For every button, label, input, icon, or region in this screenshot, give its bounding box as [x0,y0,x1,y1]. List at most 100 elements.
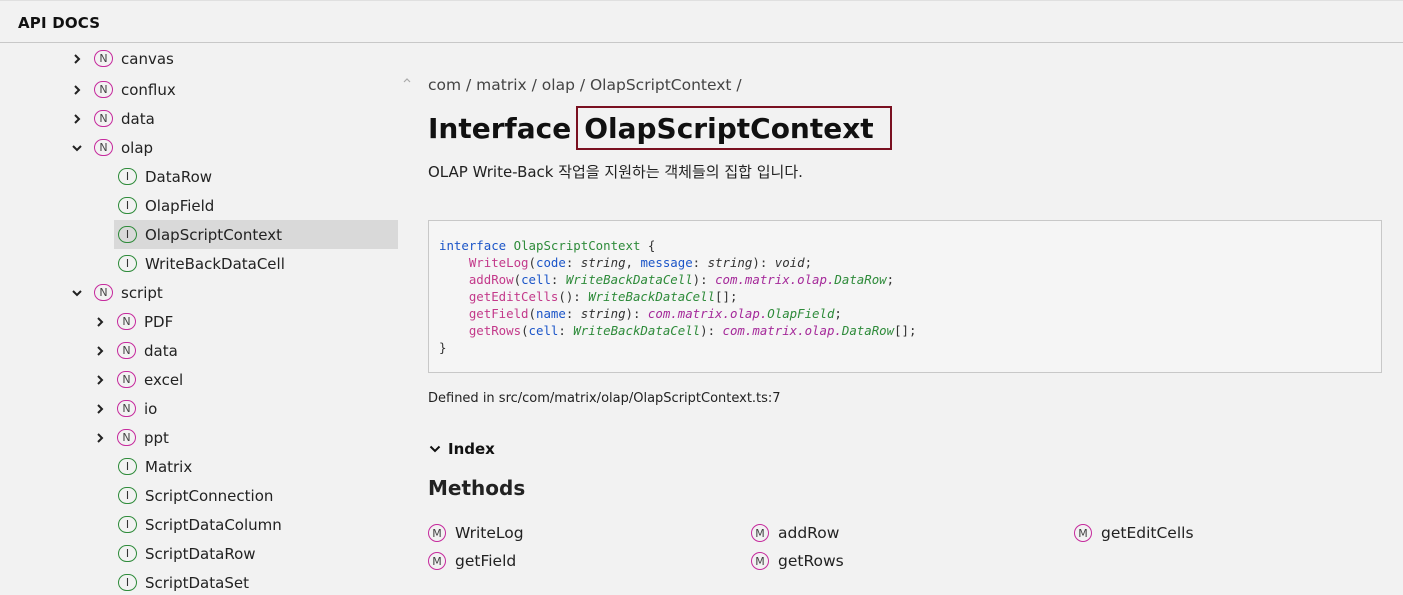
namespace-badge-icon: N [117,400,136,417]
sidebar-item-label: Matrix [145,457,193,476]
sidebar-item-label: WriteBackDataCell [145,254,285,273]
namespace-badge-icon: N [94,50,113,67]
code-type: string [707,255,753,270]
code-type-link[interactable]: DataRow [842,323,894,338]
code-type: string [580,255,626,270]
code-namespace: com.matrix.olap. [715,272,835,287]
sidebar-item-data[interactable]: Ndata [70,104,155,133]
sidebar-item-canvas[interactable]: Ncanvas [70,44,174,73]
sidebar-item-label: ppt [144,428,169,447]
sidebar-item-olapfield[interactable]: I OlapField [114,191,214,220]
interface-description: OLAP Write-Back 작업을 지원하는 객체들의 집합 입니다. [428,163,803,181]
namespace-badge-icon: N [94,110,113,127]
sidebar-item-data[interactable]: Ndata [93,336,178,365]
method-link-geteditcells[interactable]: MgetEditCells [1074,522,1194,544]
sidebar-item-olapscriptcontext[interactable]: I OlapScriptContext [114,220,398,249]
sidebar-item-label: io [144,399,158,418]
sidebar-item-io[interactable]: Nio [93,394,157,423]
sidebar-item-ppt[interactable]: Nppt [93,423,169,452]
code-type-link[interactable]: OlapField [767,306,834,321]
interface-badge-icon: I [118,574,137,591]
sidebar-item-scriptconnection[interactable]: I ScriptConnection [114,481,273,510]
namespace-badge-icon: N [117,342,136,359]
method-link-getfield[interactable]: MgetField [428,550,516,572]
sidebar-item-excel[interactable]: Nexcel [93,365,183,394]
chevron-right-icon[interactable] [93,373,107,387]
code-type-link[interactable]: WriteBackDataCell [588,289,715,304]
main-content: com / matrix / olap / OlapScriptContext … [428,44,1388,595]
chevron-right-icon[interactable] [70,83,84,97]
method-name: WriteLog [455,524,524,542]
method-badge-icon: M [428,524,446,542]
sidebar-item-label: ScriptDataSet [145,573,249,592]
sidebar-item-label: ScriptDataColumn [145,515,282,534]
method-link-writelog[interactable]: M WriteLog [428,522,524,544]
chevron-right-icon[interactable] [93,431,107,445]
sidebar-item-label: OlapField [145,196,215,215]
method-badge-icon: M [751,552,769,570]
index-toggle[interactable]: Index [428,440,495,458]
sidebar-item-olap[interactable]: Nolap [70,133,153,162]
method-link-getrows[interactable]: MgetRows [751,550,844,572]
chevron-down-icon[interactable] [70,286,84,300]
method-name: getRows [778,552,844,570]
code-brace: { [647,238,656,253]
interface-badge-icon: I [118,168,137,185]
chevron-right-icon[interactable] [93,344,107,358]
namespace-badge-icon: N [117,313,136,330]
code-interface-name: OlapScriptContext [513,238,641,253]
code-type-link[interactable]: DataRow [834,272,886,287]
namespace-badge-icon: N [117,429,136,446]
sidebar-item-label: PDF [144,312,174,331]
code-signature-block: interface OlapScriptContext { WriteLog(c… [428,220,1382,373]
sidebar-item-label: conflux [121,80,176,99]
sidebar-item-script[interactable]: Nscript [70,278,163,307]
scroll-up-arrow-icon[interactable] [402,76,412,84]
code-namespace: com.matrix.olap. [647,306,768,321]
sidebar-item-label: ScriptDataRow [145,544,256,563]
code-method-name: WriteLog [468,255,529,270]
sidebar-item-label: ScriptConnection [145,486,274,505]
sidebar-item-scriptdatarow[interactable]: I ScriptDataRow [114,539,256,568]
sidebar-item-label: canvas [121,49,174,68]
page-title-highlight-box: OlapScriptContext [576,106,892,150]
sidebar-item-writebackdatacell[interactable]: I WriteBackDataCell [114,249,285,278]
sidebar-item-label: data [144,341,178,360]
code-method-name: addRow [468,272,514,287]
interface-badge-icon: I [118,226,137,243]
page-title-kind: Interface [428,111,572,145]
method-name: getEditCells [1101,524,1194,542]
chevron-right-icon[interactable] [93,402,107,416]
sidebar-tree[interactable]: Ncanvas Nconflux Ndata Nolap I DataRow I OlapFi… [0,44,400,595]
page-title-name: OlapScriptContext [584,111,874,145]
sidebar-item-conflux[interactable]: Nconflux [70,75,176,104]
code-keyword: interface [439,238,507,253]
code-method-name: getEditCells [468,289,559,304]
brand-title[interactable]: API DOCS [18,14,100,32]
chevron-down-icon [429,445,441,453]
sidebar-item-pdf[interactable]: N PDF [93,307,173,336]
sidebar-item-matrix[interactable]: I Matrix [114,452,192,481]
defined-in-source[interactable]: Defined in src/com/matrix/olap/OlapScrip… [428,391,781,406]
code-type-link[interactable]: WriteBackDataCell [566,272,693,287]
page-title: Interface OlapScriptContext [428,106,892,150]
chevron-right-icon[interactable] [70,52,84,66]
sidebar-item-label: olap [121,138,154,157]
sidebar-item-scriptdataset[interactable]: I ScriptDataSet [114,568,249,595]
sidebar-item-label: OlapScriptContext [145,225,282,244]
chevron-right-icon[interactable] [93,315,107,329]
code-type-link[interactable]: WriteBackDataCell [573,323,700,338]
code-param: cell [521,272,551,287]
method-link-addrow[interactable]: MaddRow [751,522,839,544]
method-name: getField [455,552,517,570]
code-param: cell [528,323,559,338]
code-method-name: getRows [468,323,522,338]
sidebar-item-scriptdatacolumn[interactable]: I ScriptDataColumn [114,510,282,539]
breadcrumb[interactable]: com / matrix / olap / OlapScriptContext … [428,76,742,94]
sidebar-item-datarow[interactable]: I DataRow [114,162,212,191]
method-badge-icon: M [428,552,446,570]
chevron-right-icon[interactable] [70,112,84,126]
top-bar: API DOCS [0,0,1403,43]
chevron-down-icon[interactable] [70,141,84,155]
code-type: void [774,255,805,270]
